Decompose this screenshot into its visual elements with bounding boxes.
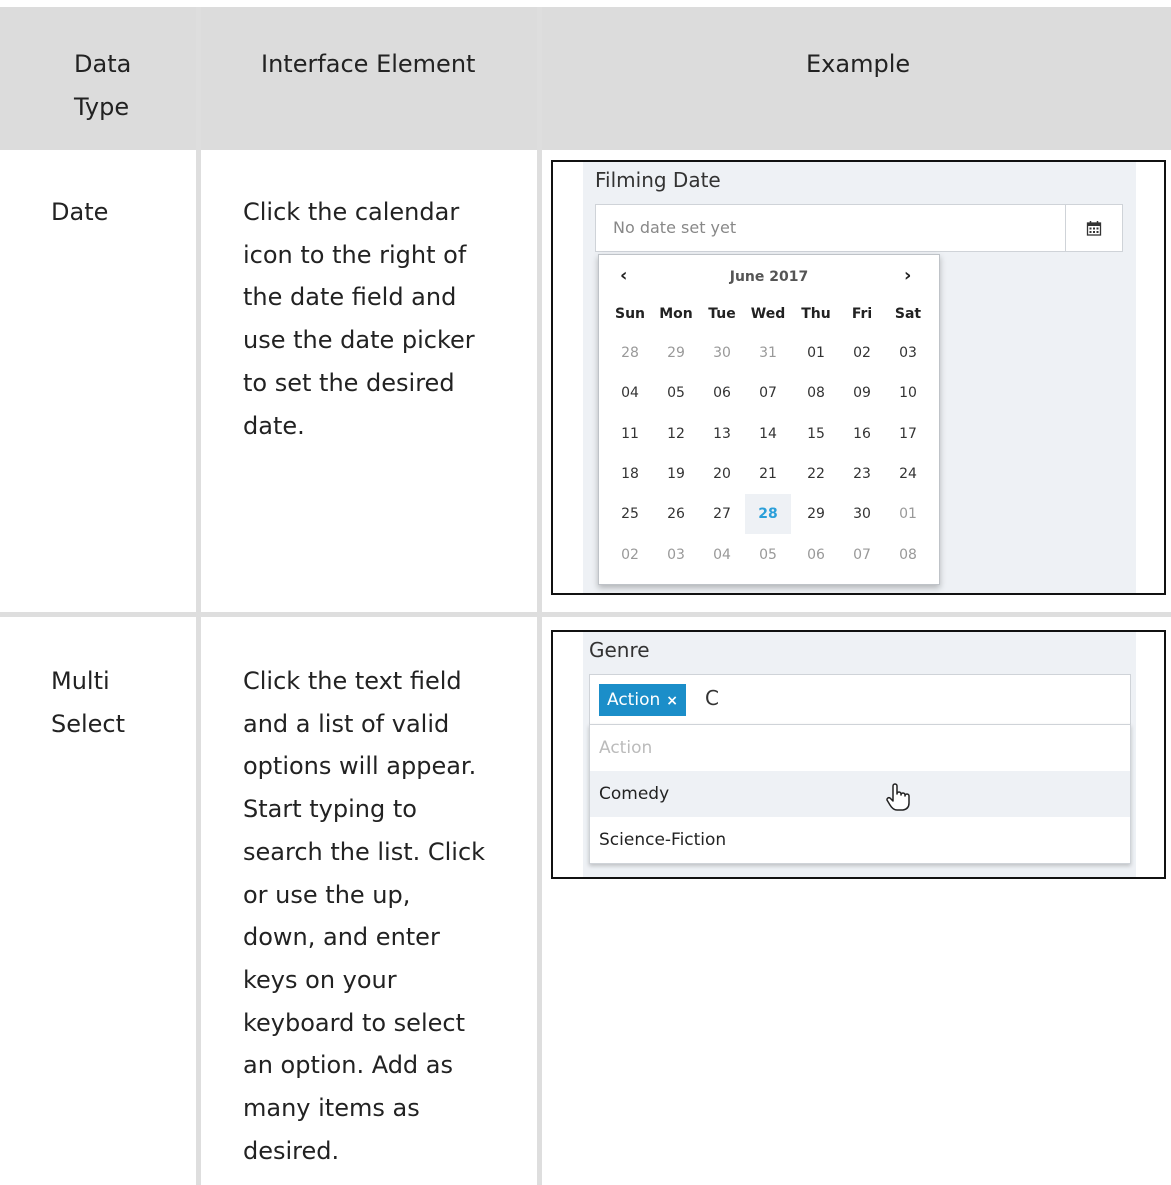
chevron-right-icon[interactable]: › — [904, 265, 911, 286]
date-field[interactable]: No date set yet — [595, 204, 1123, 252]
weekday-header: Sun — [614, 306, 646, 322]
calendar-day[interactable]: 29 — [793, 494, 839, 534]
calendar-day[interactable]: 12 — [653, 414, 699, 454]
option-comedy[interactable]: Comedy — [590, 771, 1130, 817]
calendar-day[interactable]: 07 — [839, 535, 885, 575]
calendar-day[interactable]: 02 — [839, 333, 885, 373]
tag-label: Action — [607, 690, 661, 710]
calendar-button[interactable] — [1065, 205, 1122, 251]
options-dropdown: Action Comedy Science-Fiction — [589, 724, 1131, 864]
calendar-day[interactable]: 07 — [745, 373, 791, 413]
calendar-icon — [1086, 221, 1102, 236]
data-type-table: Data Type Interface Element Example Date… — [0, 0, 1171, 1185]
calendar-day[interactable]: 04 — [699, 535, 745, 575]
calendar-day[interactable]: 03 — [653, 535, 699, 575]
row-date-type: Date — [51, 198, 109, 226]
calendar-day[interactable]: 15 — [793, 414, 839, 454]
calendar-day[interactable]: 03 — [885, 333, 931, 373]
calendar-day[interactable]: 22 — [793, 454, 839, 494]
calendar-day[interactable]: 27 — [699, 494, 745, 534]
weekday-header: Thu — [801, 306, 831, 322]
calendar-day[interactable]: 19 — [653, 454, 699, 494]
calendar-day[interactable]: 10 — [885, 373, 931, 413]
calendar-day[interactable]: 18 — [607, 454, 653, 494]
calendar-day[interactable]: 04 — [607, 373, 653, 413]
calendar-day[interactable]: 30 — [839, 494, 885, 534]
table-header — [0, 7, 1171, 150]
calendar-day[interactable]: 05 — [745, 535, 791, 575]
row-multiselect-type: Multi Select — [51, 667, 126, 738]
option-action: Action — [599, 738, 653, 758]
grid-line — [196, 7, 201, 1185]
selected-tag: Action × — [599, 684, 686, 716]
calendar-day[interactable]: 01 — [885, 494, 931, 534]
calendar-day[interactable]: 05 — [653, 373, 699, 413]
calendar-day[interactable]: 29 — [653, 333, 699, 373]
multiselect-input[interactable]: Action × C — [589, 674, 1131, 726]
calendar-day[interactable]: 30 — [699, 333, 745, 373]
calendar-day[interactable]: 31 — [745, 333, 791, 373]
calendar-day[interactable]: 09 — [839, 373, 885, 413]
weekday-header: Tue — [708, 306, 736, 322]
date-example: Filming Date No date set yet ‹ June 2017 — [551, 160, 1166, 595]
weekday-header: Sat — [894, 306, 922, 322]
calendar-day[interactable]: 25 — [607, 494, 653, 534]
field-label: Filming Date — [595, 168, 721, 192]
weekday-header: Wed — [750, 306, 786, 322]
calendar-day[interactable]: 16 — [839, 414, 885, 454]
weekday-header: Mon — [659, 306, 693, 322]
hand-pointer-icon — [886, 783, 910, 811]
calendar-day[interactable]: 08 — [885, 535, 931, 575]
header-interface-element: Interface Element — [261, 50, 476, 78]
field-label: Genre — [589, 638, 650, 662]
header-data-type: Data Type — [74, 43, 131, 186]
calendar-day[interactable]: 06 — [699, 373, 745, 413]
header-data-type-line2: Type — [74, 93, 130, 121]
calendar-day[interactable]: 08 — [793, 373, 839, 413]
option-science-fiction[interactable]: Science-Fiction — [590, 817, 1130, 863]
calendar-day[interactable]: 26 — [653, 494, 699, 534]
calendar-day[interactable]: 28 — [745, 494, 791, 535]
calendar-day[interactable]: 14 — [745, 414, 791, 454]
calendar-day[interactable]: 02 — [607, 535, 653, 575]
calendar-day[interactable]: 23 — [839, 454, 885, 494]
date-placeholder: No date set yet — [613, 218, 737, 237]
weekday-header: Fri — [851, 306, 873, 322]
calendar-day[interactable]: 20 — [699, 454, 745, 494]
calendar-day[interactable]: 24 — [885, 454, 931, 494]
multiselect-example: Genre Action × C Action Comedy Science-Fi… — [551, 630, 1166, 879]
calendar-day[interactable]: 13 — [699, 414, 745, 454]
typed-text: C — [705, 686, 719, 710]
date-picker: ‹ June 2017 › Sun Mon Tue Wed Thu Fri Sat 28 29 3… — [598, 254, 940, 585]
grid-line — [0, 612, 1171, 617]
calendar-day[interactable]: 06 — [793, 535, 839, 575]
grid-line — [537, 7, 542, 1185]
calendar-day[interactable]: 17 — [885, 414, 931, 454]
row-date-description: Click the calendar icon to the right of … — [243, 198, 475, 440]
tag-remove-icon[interactable]: × — [666, 693, 678, 709]
calendar-day[interactable]: 11 — [607, 414, 653, 454]
header-data-type-line1: Data — [74, 50, 132, 78]
calendar-day[interactable]: 28 — [607, 333, 653, 373]
calendar-day[interactable]: 21 — [745, 454, 791, 494]
month-label: June 2017 — [729, 269, 809, 285]
row-multiselect-description: Click the text field and a list of valid… — [243, 667, 486, 1165]
calendar-day[interactable]: 01 — [793, 333, 839, 373]
